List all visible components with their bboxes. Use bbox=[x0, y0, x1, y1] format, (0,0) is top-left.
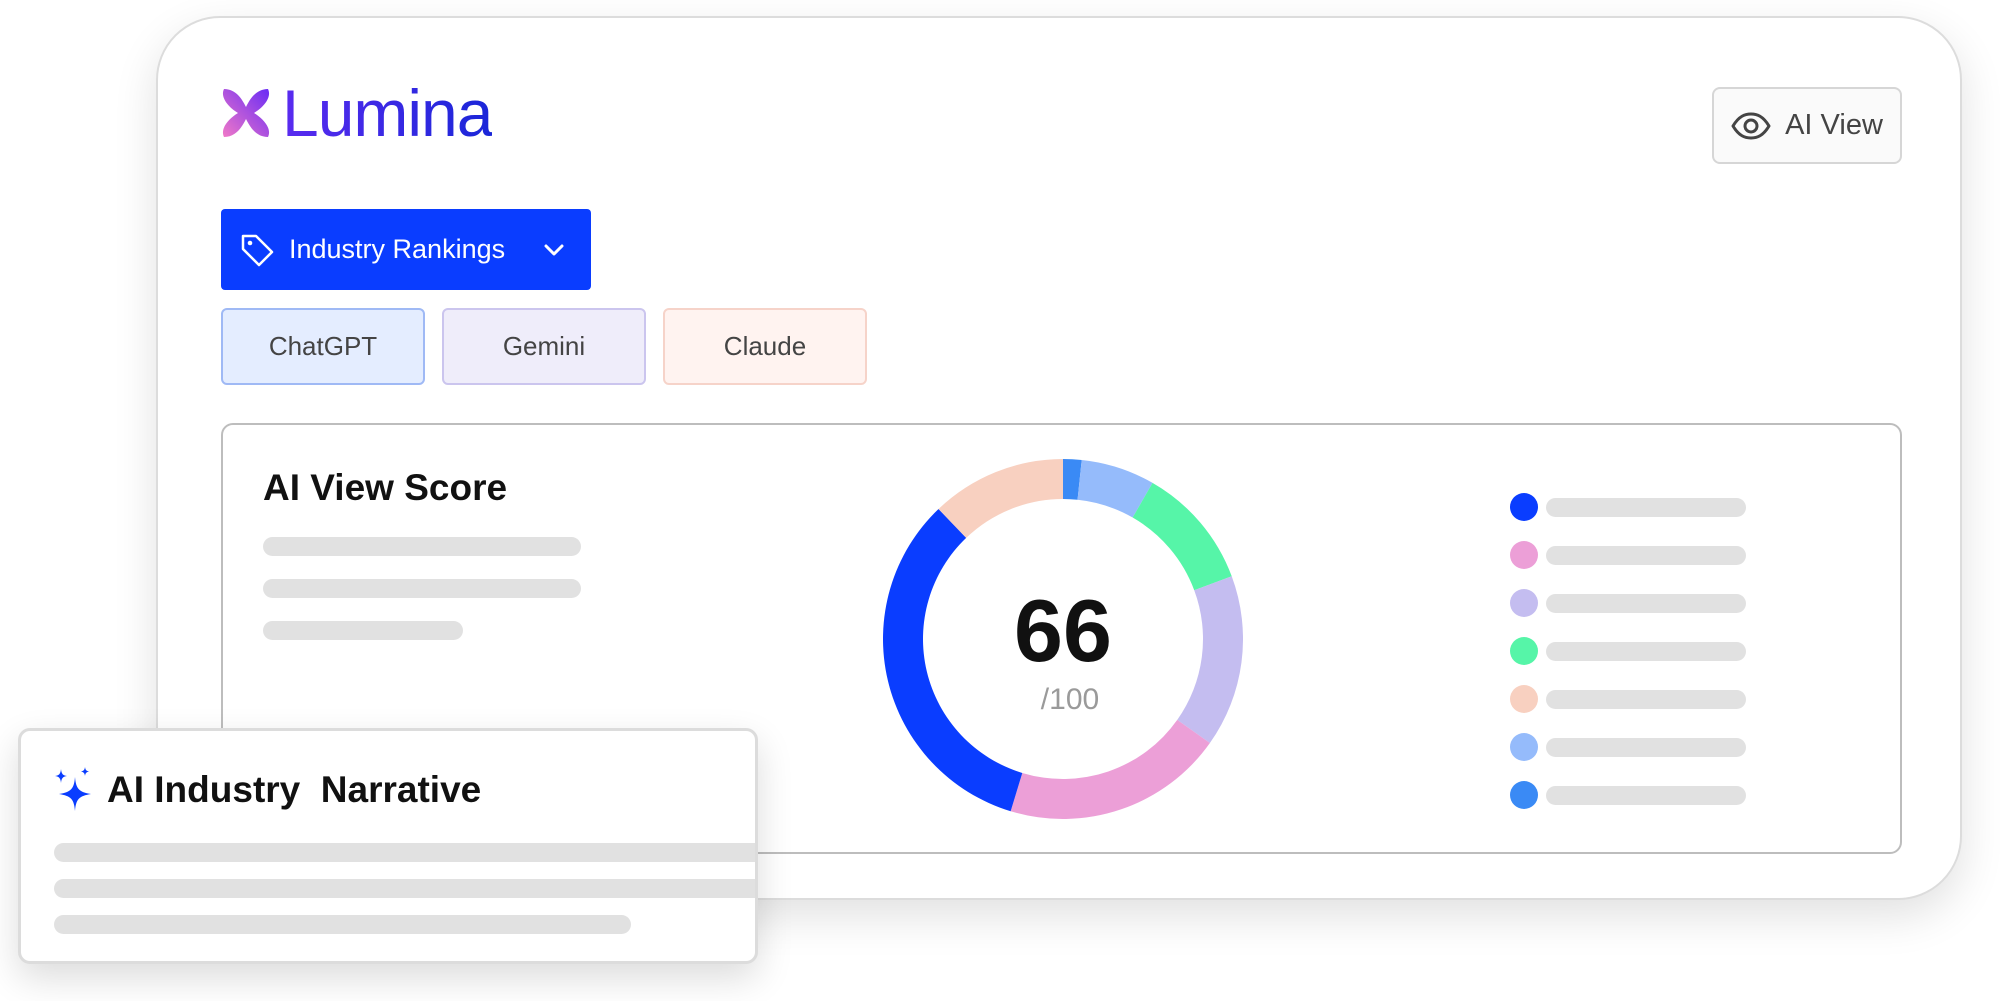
legend-item bbox=[1510, 684, 1746, 714]
donut-segment bbox=[938, 459, 1063, 538]
legend-placeholder-line bbox=[1546, 737, 1746, 757]
legend-swatch bbox=[1510, 541, 1538, 569]
placeholder-line bbox=[263, 537, 581, 556]
brand-name: Lumina bbox=[282, 76, 493, 150]
tab-chatgpt[interactable]: ChatGPT bbox=[221, 308, 425, 385]
donut-segment bbox=[1132, 482, 1232, 591]
legend-item bbox=[1510, 492, 1746, 522]
lumina-logo: Lumina bbox=[218, 76, 493, 150]
legend-swatch bbox=[1510, 637, 1538, 665]
legend-item bbox=[1510, 540, 1746, 570]
tab-gemini[interactable]: Gemini bbox=[442, 308, 646, 385]
ai-industry-narrative-card: AI Industry Narrative bbox=[18, 728, 758, 964]
score-title: AI View Score bbox=[263, 467, 508, 508]
narrative-title-row: AI Industry Narrative bbox=[53, 767, 481, 813]
tag-icon bbox=[241, 234, 274, 266]
legend-placeholder-line bbox=[1546, 689, 1746, 709]
chevron-down-icon bbox=[544, 244, 564, 255]
score-max: /100 bbox=[1040, 683, 1100, 716]
tab-claude[interactable]: Claude bbox=[663, 308, 867, 385]
ai-view-button[interactable]: AI View bbox=[1712, 87, 1902, 164]
legend-swatch bbox=[1510, 781, 1538, 809]
score-donut-chart: 66 /100 bbox=[883, 459, 1243, 819]
score-value: 66 bbox=[1014, 581, 1112, 680]
dropdown-label: Industry Rankings bbox=[289, 234, 506, 264]
tab-label: Claude bbox=[723, 331, 807, 361]
donut-segment bbox=[1010, 719, 1210, 819]
placeholder-line bbox=[54, 843, 755, 862]
legend-swatch bbox=[1510, 493, 1538, 521]
legend-item bbox=[1510, 732, 1746, 762]
eye-icon bbox=[1731, 112, 1771, 139]
legend-item bbox=[1510, 588, 1746, 618]
legend-placeholder-line bbox=[1546, 641, 1746, 661]
legend-item bbox=[1510, 780, 1746, 810]
legend-placeholder-line bbox=[1546, 545, 1746, 565]
industry-rankings-dropdown[interactable]: Industry Rankings bbox=[221, 209, 591, 290]
legend-swatch bbox=[1510, 589, 1538, 617]
legend-item bbox=[1510, 636, 1746, 666]
placeholder-line bbox=[263, 579, 581, 598]
placeholder-line bbox=[54, 915, 631, 934]
sparkles-icon bbox=[55, 767, 91, 811]
legend-swatch bbox=[1510, 733, 1538, 761]
placeholder-line bbox=[54, 879, 755, 898]
lumina-logo-icon bbox=[222, 89, 270, 137]
legend-placeholder-line bbox=[1546, 497, 1746, 517]
ai-view-label: AI View bbox=[1785, 109, 1883, 141]
tab-label: Gemini bbox=[502, 331, 586, 361]
narrative-title: AI Industry Narrative bbox=[107, 769, 482, 810]
legend-placeholder-line bbox=[1546, 785, 1746, 805]
legend-placeholder-line bbox=[1546, 593, 1746, 613]
legend-swatch bbox=[1510, 685, 1538, 713]
tab-label: ChatGPT bbox=[268, 331, 378, 361]
placeholder-line bbox=[263, 621, 463, 640]
